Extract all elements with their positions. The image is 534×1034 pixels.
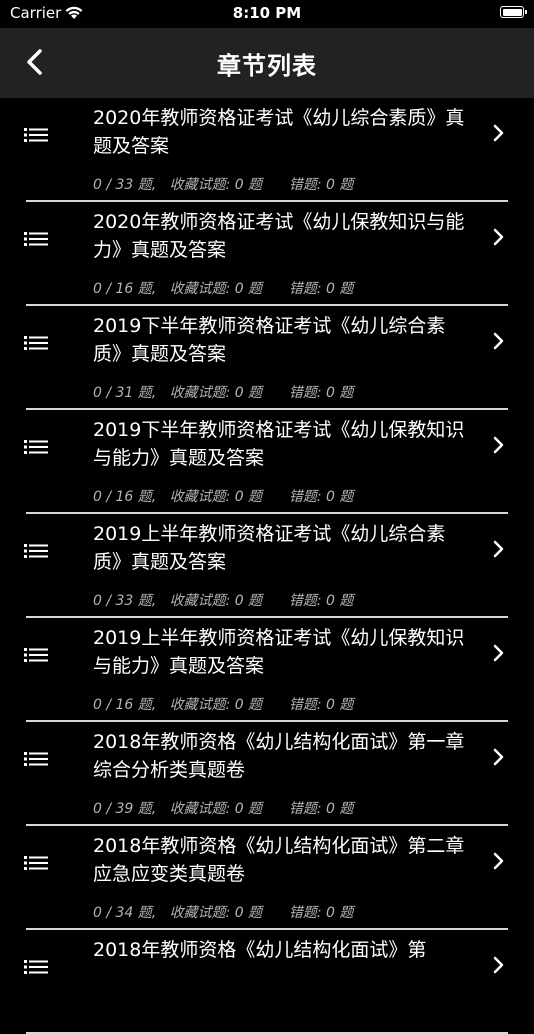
list-icon — [24, 440, 48, 454]
chapter-title: 2020年教师资格证考试《幼儿保教知识与能力》真题及答案 — [93, 211, 465, 261]
chapter-stats: 0 / 34 题, 收藏试题: 0 题 错题: 0 题 — [93, 905, 354, 921]
chapter-row[interactable]: 2019下半年教师资格证考试《幼儿综合素质》真题及答案 0 / 31 题, 收藏… — [0, 306, 534, 410]
chapter-stats: 0 / 39 题, 收藏试题: 0 题 错题: 0 题 — [93, 801, 354, 817]
list-icon — [24, 856, 48, 870]
chapter-stats: 0 / 16 题, 收藏试题: 0 题 错题: 0 题 — [93, 697, 354, 713]
chapter-title: 2019下半年教师资格证考试《幼儿保教知识与能力》真题及答案 — [93, 419, 465, 469]
chapter-stats: 0 / 33 题, 收藏试题: 0 题 错题: 0 题 — [93, 593, 354, 609]
status-bar: Carrier 8:10 PM — [0, 0, 534, 28]
list-icon — [24, 544, 48, 558]
chapter-title: 2020年教师资格证考试《幼儿综合素质》真题及答案 — [93, 107, 465, 157]
chapter-stats: 0 / 31 题, 收藏试题: 0 题 错题: 0 题 — [93, 385, 354, 401]
chapter-stats: 0 / 16 题, 收藏试题: 0 题 错题: 0 题 — [93, 281, 354, 297]
chapter-row[interactable]: 2018年教师资格《幼儿结构化面试》第 — [0, 930, 534, 1034]
chapter-title: 2018年教师资格《幼儿结构化面试》第一章综合分析类真题卷 — [93, 731, 465, 781]
chevron-right-icon — [493, 228, 504, 246]
list-icon — [24, 336, 48, 350]
chapter-row[interactable]: 2020年教师资格证考试《幼儿综合素质》真题及答案 0 / 33 题, 收藏试题… — [0, 98, 534, 202]
list-icon — [24, 232, 48, 246]
chapter-stats: 0 / 33 题, 收藏试题: 0 题 错题: 0 题 — [93, 177, 354, 193]
page-title: 章节列表 — [217, 52, 317, 80]
chapter-row[interactable]: 2019上半年教师资格证考试《幼儿综合素质》真题及答案 0 / 33 题, 收藏… — [0, 514, 534, 618]
list-icon — [24, 648, 48, 662]
chapter-row[interactable]: 2018年教师资格《幼儿结构化面试》第一章综合分析类真题卷 0 / 39 题, … — [0, 722, 534, 826]
chapter-row[interactable]: 2019下半年教师资格证考试《幼儿保教知识与能力》真题及答案 0 / 16 题,… — [0, 410, 534, 514]
chapter-title: 2019下半年教师资格证考试《幼儿综合素质》真题及答案 — [93, 315, 446, 365]
chapter-row[interactable]: 2019上半年教师资格证考试《幼儿保教知识与能力》真题及答案 0 / 16 题,… — [0, 618, 534, 722]
chapter-title: 2019上半年教师资格证考试《幼儿保教知识与能力》真题及答案 — [93, 627, 465, 677]
list-icon — [24, 752, 48, 766]
chapter-row[interactable]: 2018年教师资格《幼儿结构化面试》第二章应急应变类真题卷 0 / 34 题, … — [0, 826, 534, 930]
chevron-right-icon — [493, 852, 504, 870]
battery-icon — [500, 6, 527, 18]
chapter-stats: 0 / 16 题, 收藏试题: 0 题 错题: 0 题 — [93, 489, 354, 505]
list-icon — [24, 128, 48, 142]
list-icon — [24, 960, 48, 974]
nav-bar: 章节列表 — [0, 28, 534, 98]
chapter-list: 2020年教师资格证考试《幼儿综合素质》真题及答案 0 / 33 题, 收藏试题… — [0, 98, 534, 1034]
clock: 8:10 PM — [232, 4, 302, 22]
chevron-right-icon — [493, 124, 504, 142]
chevron-right-icon — [493, 956, 504, 974]
chapter-title: 2018年教师资格《幼儿结构化面试》第二章应急应变类真题卷 — [93, 835, 465, 885]
chapter-title: 2019上半年教师资格证考试《幼儿综合素质》真题及答案 — [93, 523, 446, 573]
chevron-right-icon — [493, 644, 504, 662]
chapter-title: 2018年教师资格《幼儿结构化面试》第 — [93, 939, 427, 961]
chevron-right-icon — [493, 332, 504, 350]
chapter-row[interactable]: 2020年教师资格证考试《幼儿保教知识与能力》真题及答案 0 / 16 题, 收… — [0, 202, 534, 306]
chevron-right-icon — [493, 540, 504, 558]
chevron-right-icon — [493, 436, 504, 454]
chevron-right-icon — [493, 748, 504, 766]
